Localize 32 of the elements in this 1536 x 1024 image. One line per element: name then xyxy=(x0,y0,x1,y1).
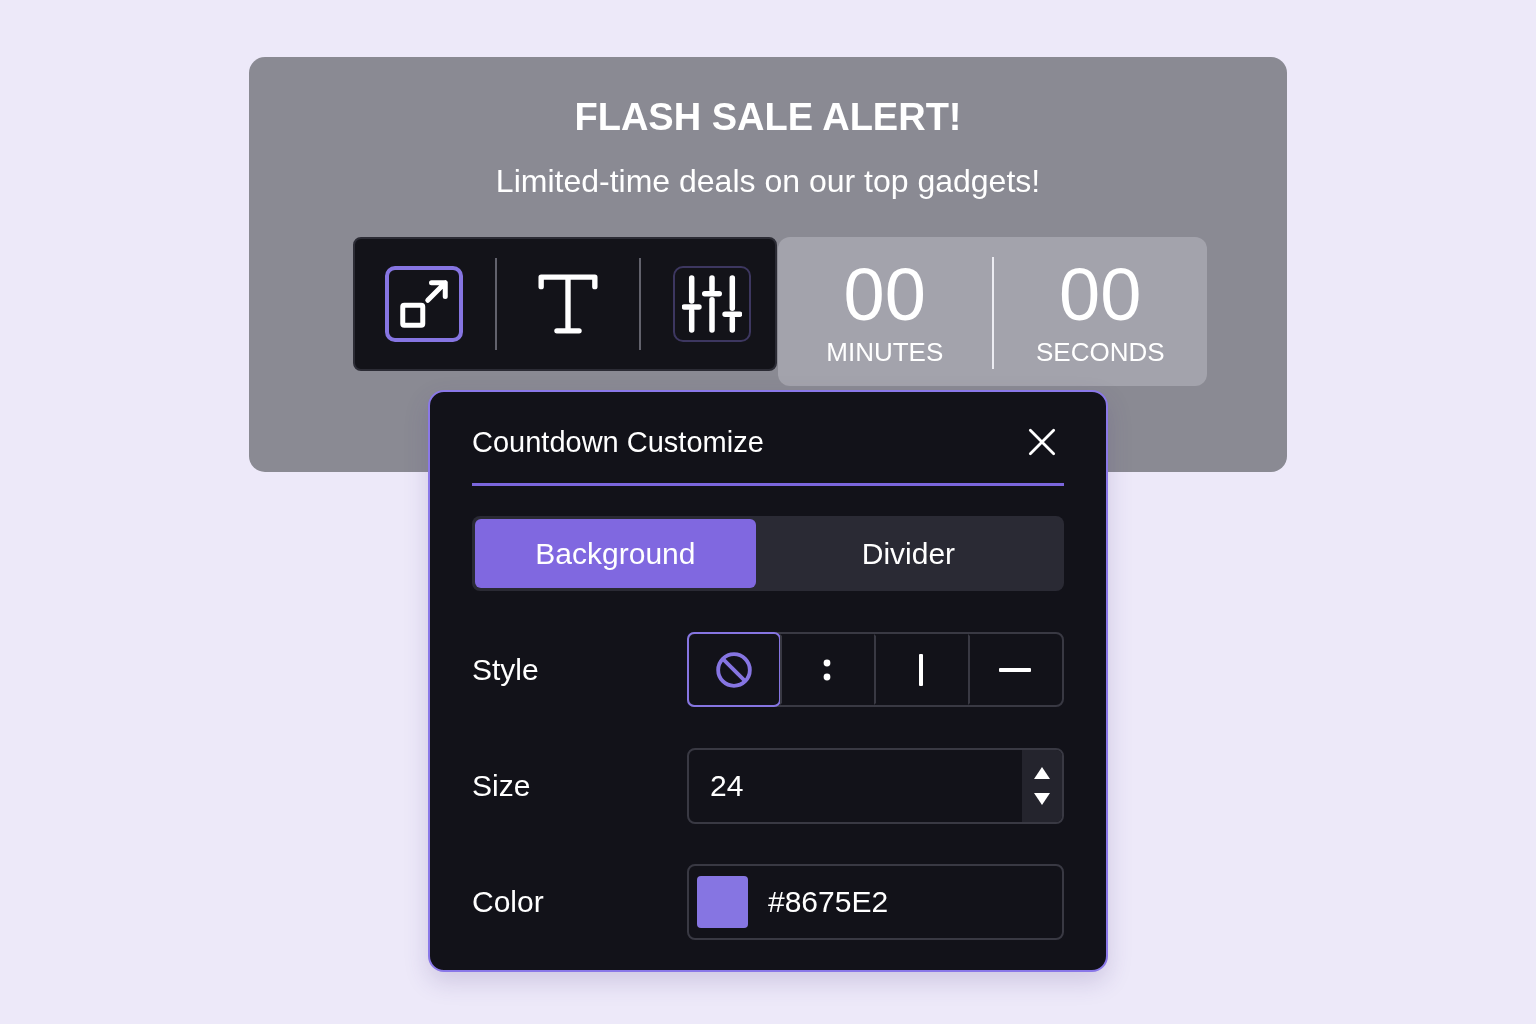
ban-icon xyxy=(714,649,754,690)
field-label: Size xyxy=(472,768,532,803)
banner-title: FLASH SALE ALERT! xyxy=(574,95,962,140)
tab[interactable]: Background xyxy=(475,519,756,588)
sliders-icon xyxy=(682,275,742,333)
countdown-value: 00 xyxy=(843,257,926,333)
tool-button[interactable] xyxy=(385,266,463,342)
number-field[interactable]: 24 xyxy=(687,747,1064,824)
triangle-up-icon xyxy=(1034,766,1050,779)
color-field[interactable]: #8675E2 xyxy=(687,863,1064,940)
tab[interactable]: Divider xyxy=(755,519,1061,588)
decrement-button[interactable] xyxy=(1034,792,1050,805)
field-label: Style xyxy=(472,652,540,687)
countdown-value: 00 xyxy=(1059,257,1142,333)
countdown-label: MINUTES xyxy=(826,337,944,367)
dialog-title: Countdown Customize xyxy=(472,425,764,460)
countdown-label: SECONDS xyxy=(1035,337,1165,367)
tool-button[interactable] xyxy=(673,266,751,342)
text-icon xyxy=(538,273,598,335)
expand-icon xyxy=(399,279,449,329)
triangle-down-icon xyxy=(1034,792,1050,805)
banner-subtitle: Limited-time deals on our top gadgets! xyxy=(495,162,1041,201)
dash-icon xyxy=(999,667,1031,672)
colon-icon xyxy=(823,658,831,681)
close-icon xyxy=(1028,428,1056,456)
field-value: 24 xyxy=(709,768,744,803)
increment-button[interactable] xyxy=(1034,766,1050,779)
field-value: #8675E2 xyxy=(768,884,889,919)
close-button[interactable] xyxy=(1028,428,1056,456)
field-label: Color xyxy=(472,884,545,919)
vertical-bar-icon xyxy=(919,653,923,686)
style-option[interactable] xyxy=(687,632,781,707)
